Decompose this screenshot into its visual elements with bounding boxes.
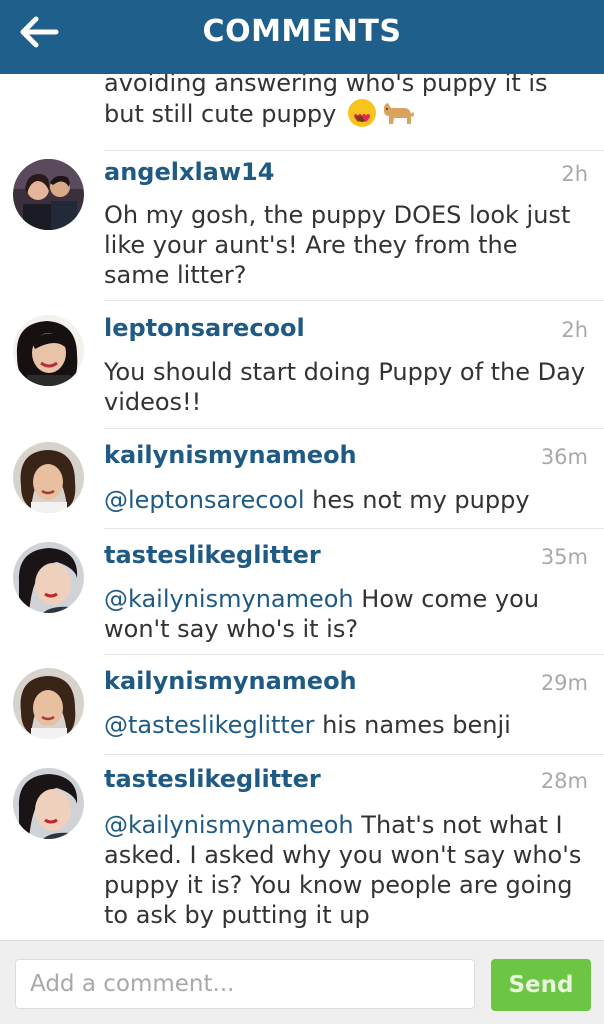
- comment-text: @kailynismynameoh How come you won't say…: [104, 584, 590, 644]
- comment-row: tasteslikeglitter 28m @kailynismynameoh …: [0, 754, 604, 940]
- comment-username[interactable]: tasteslikeglitter: [104, 765, 321, 793]
- page-title: COMMENTS: [202, 14, 402, 49]
- comment-row: tasteslikeglitter 35m @kailynismynameoh …: [0, 528, 604, 654]
- comment-timestamp: 28m: [540, 769, 588, 793]
- send-button[interactable]: Send: [491, 959, 591, 1011]
- comments-list[interactable]: avoiding answering who's puppy it is but…: [0, 0, 604, 940]
- heart-eyes-emoji-icon: [348, 99, 376, 134]
- avatar[interactable]: [13, 159, 84, 230]
- comment-text: @kailynismynameoh That's not what I aske…: [104, 810, 590, 930]
- comment-timestamp: 35m: [540, 545, 588, 569]
- comment-mention[interactable]: @tasteslikeglitter: [104, 711, 314, 739]
- comment-username[interactable]: angelxlaw14: [104, 158, 274, 186]
- comment-text: @tasteslikeglitter his names benji: [104, 710, 590, 740]
- comment-row: angelxlaw14 2h Oh my gosh, the puppy DOE…: [0, 150, 604, 300]
- comment-username[interactable]: leptonsarecool: [104, 314, 305, 342]
- comment-timestamp: 29m: [540, 671, 588, 695]
- avatar[interactable]: [13, 542, 84, 613]
- comment-composer: Send: [0, 940, 604, 1024]
- dog-emoji-icon: [380, 100, 416, 126]
- comment-mention[interactable]: @kailynismynameoh: [104, 585, 354, 613]
- comment-text: Oh my gosh, the puppy DOES look just lik…: [104, 200, 590, 290]
- comment-body: hes not my puppy: [304, 486, 530, 514]
- comment-username[interactable]: kailynismynameoh: [104, 441, 357, 469]
- comment-timestamp: 2h: [561, 318, 588, 342]
- comment-mention[interactable]: @kailynismynameoh: [104, 811, 354, 839]
- avatar[interactable]: [13, 442, 84, 513]
- comment-text: You should start doing Puppy of the Day …: [104, 357, 590, 417]
- partial-comment-line-2-text: but still cute puppy: [104, 100, 337, 128]
- comment-body: You should start doing Puppy of the Day …: [104, 358, 586, 416]
- header-bar: COMMENTS: [0, 0, 604, 74]
- comment-body: Oh my gosh, the puppy DOES look just lik…: [104, 201, 571, 289]
- comment-input[interactable]: [15, 959, 475, 1009]
- avatar[interactable]: [13, 768, 84, 839]
- partial-comment-line-2: but still cute puppy: [104, 99, 584, 134]
- comment-row: kailynismynameoh 29m @tasteslikeglitter …: [0, 654, 604, 754]
- comments-screen: avoiding answering who's puppy it is but…: [0, 0, 604, 1024]
- comment-username[interactable]: kailynismynameoh: [104, 667, 357, 695]
- partial-comment: avoiding answering who's puppy it is but…: [104, 68, 584, 134]
- comment-mention[interactable]: @leptonsarecool: [104, 486, 305, 514]
- comment-timestamp: 2h: [561, 162, 588, 186]
- comment-body: his names benji: [314, 711, 511, 739]
- comment-text: @leptonsarecool hes not my puppy: [104, 485, 590, 515]
- comment-timestamp: 36m: [540, 445, 588, 469]
- avatar[interactable]: [13, 315, 84, 386]
- avatar[interactable]: [13, 668, 84, 739]
- comment-row: kailynismynameoh 36m @leptonsarecool hes…: [0, 428, 604, 528]
- comment-username[interactable]: tasteslikeglitter: [104, 541, 321, 569]
- comment-row: leptonsarecool 2h You should start doing…: [0, 300, 604, 428]
